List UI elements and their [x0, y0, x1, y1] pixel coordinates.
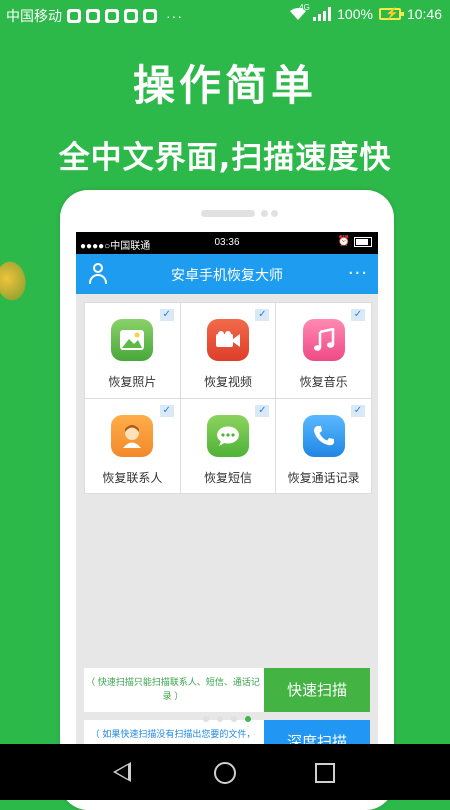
- status-bar: 中国移动 ··· 4G 100% ⚡ 10:46: [0, 0, 450, 32]
- feature-recover-sms[interactable]: ✓ 恢复短信: [180, 398, 276, 493]
- feature-recover-music[interactable]: ✓ 恢复音乐: [276, 303, 371, 398]
- notification-app-icon: [105, 9, 119, 23]
- page-dot[interactable]: [231, 716, 237, 722]
- battery-charging-icon: ⚡: [378, 8, 404, 20]
- leaf-decoration: [0, 257, 33, 305]
- checkbox-icon[interactable]: ✓: [255, 404, 270, 417]
- checkbox-icon[interactable]: ✓: [350, 404, 365, 417]
- feature-recover-call-log[interactable]: ✓ 恢复通话记录: [276, 398, 371, 493]
- network-type-label: 4G: [299, 3, 310, 12]
- feature-label: 恢复联系人: [102, 470, 163, 485]
- feature-recover-photos[interactable]: ✓ 恢复照片: [85, 303, 180, 398]
- video-icon: [206, 319, 249, 361]
- page-dot[interactable]: [203, 716, 209, 722]
- call-log-icon: [302, 414, 345, 457]
- notification-app-icon: [143, 9, 157, 23]
- phone-sensor: [261, 210, 268, 217]
- page-dot[interactable]: [217, 716, 223, 722]
- headline-subtitle: 全中文界面,扫描速度快: [58, 140, 392, 176]
- phone-clock: 03:36: [214, 237, 240, 248]
- quick-scan-row: （ 快速扫描只能扫描联系人、短信、通话记录 ） 快速扫描: [84, 668, 370, 712]
- checkbox-icon[interactable]: ✓: [350, 309, 365, 321]
- signal-icon: 4G: [299, 3, 332, 21]
- feature-label: 恢复照片: [108, 375, 157, 389]
- phone-speaker: [201, 210, 255, 217]
- phone-status-bar: ●●●●○中国联通 03:36 ⏰: [76, 232, 378, 254]
- back-icon[interactable]: [113, 762, 131, 782]
- more-icon[interactable]: ···: [348, 263, 368, 284]
- checkbox-icon[interactable]: ✓: [159, 309, 174, 321]
- photo-icon: [111, 319, 154, 361]
- recent-apps-icon[interactable]: [315, 763, 335, 783]
- phone-battery-icon: [354, 236, 372, 247]
- checkbox-icon[interactable]: ✓: [159, 404, 174, 417]
- navigation-bar: [0, 744, 450, 800]
- phone-camera: [271, 210, 278, 217]
- feature-label: 恢复音乐: [299, 375, 348, 389]
- alarm-icon: ⏰: [337, 236, 350, 247]
- contact-icon: [111, 414, 154, 457]
- feature-recover-contacts[interactable]: ✓ 恢复联系人: [85, 398, 180, 493]
- headline-title: 操作简单: [132, 61, 317, 110]
- quick-scan-hint: （ 快速扫描只能扫描联系人、短信、通话记录 ）: [86, 678, 260, 702]
- notification-app-icon: [67, 9, 81, 23]
- feature-label: 恢复视频: [203, 375, 252, 389]
- feature-grid: ✓ 恢复照片 ✓ 恢复视频 ✓ 恢复音乐 ✓ 恢复联系人 ✓ 恢复短信 ✓ 恢复…: [84, 302, 372, 494]
- home-icon[interactable]: [214, 762, 236, 784]
- feature-label: 恢复通话记录: [287, 470, 360, 485]
- quick-scan-button[interactable]: 快速扫描: [264, 668, 370, 712]
- more-notifications-icon: ···: [166, 8, 183, 24]
- notification-app-icon: [124, 9, 138, 23]
- feature-recover-videos[interactable]: ✓ 恢复视频: [180, 303, 276, 398]
- phone-mockup: ●●●●○中国联通 03:36 ⏰ 安卓手机恢复大师 ··· ✓ 恢复照片 ✓ …: [60, 190, 394, 810]
- page-dot-active[interactable]: [245, 716, 251, 722]
- app-title: 安卓手机恢复大师: [171, 268, 283, 284]
- phone-screen: ●●●●○中国联通 03:36 ⏰ 安卓手机恢复大师 ··· ✓ 恢复照片 ✓ …: [76, 232, 378, 752]
- feature-label: 恢复短信: [203, 470, 252, 485]
- carrier-label: 中国移动: [6, 8, 62, 24]
- music-icon: [302, 319, 345, 361]
- checkbox-icon[interactable]: ✓: [255, 309, 270, 321]
- notification-app-icon: [86, 9, 100, 23]
- deep-scan-hint: （ 如果快速扫描没有扫描出您要的文件，: [90, 730, 256, 740]
- sms-icon: [206, 414, 249, 457]
- app-bar: 安卓手机恢复大师 ···: [76, 254, 378, 294]
- clock: 10:46: [406, 6, 442, 22]
- battery-percent: 100%: [337, 6, 373, 22]
- page-indicator: [60, 716, 394, 722]
